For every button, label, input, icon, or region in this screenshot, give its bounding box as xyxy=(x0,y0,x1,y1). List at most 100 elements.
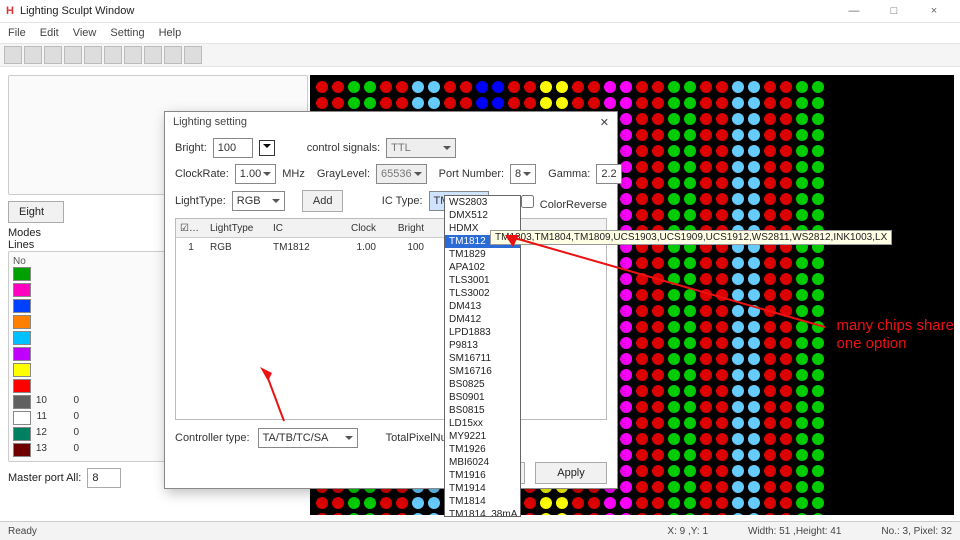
toolbar-icon[interactable] xyxy=(144,46,162,64)
col-lighttype: LightType xyxy=(206,223,269,234)
ictype-option[interactable]: TM1829 xyxy=(445,248,520,261)
control-signals-label: control signals: xyxy=(307,142,380,154)
menu-help[interactable]: Help xyxy=(159,27,182,39)
bright-input[interactable]: 100 xyxy=(213,138,253,158)
color-swatch[interactable] xyxy=(13,283,31,297)
menu-file[interactable]: File xyxy=(8,27,26,39)
ictype-option[interactable]: SM16711 xyxy=(445,352,520,365)
toolbar-icon[interactable] xyxy=(164,46,182,64)
clockrate-select[interactable]: 1.00 xyxy=(235,164,276,184)
swatch-value: 0 xyxy=(49,411,79,425)
swatch-value xyxy=(49,331,79,345)
menu-view[interactable]: View xyxy=(73,27,97,39)
swatch-index xyxy=(31,299,47,313)
mhz-label: MHz xyxy=(282,168,305,180)
toolbar-icon[interactable] xyxy=(84,46,102,64)
status-pixel: No.: 3, Pixel: 32 xyxy=(881,526,952,537)
ictype-option[interactable]: DMX512 xyxy=(445,209,520,222)
menu-edit[interactable]: Edit xyxy=(40,27,59,39)
ictype-option[interactable]: TM1916 xyxy=(445,469,520,482)
swatch-value xyxy=(49,267,79,281)
bright-label: Bright: xyxy=(175,142,207,154)
ictype-option[interactable]: BS0901 xyxy=(445,391,520,404)
swatch-index xyxy=(31,363,47,377)
swatch-value: 0 xyxy=(49,443,79,457)
ictype-option[interactable]: SM16716 xyxy=(445,365,520,378)
portnum-select[interactable]: 8 xyxy=(510,164,536,184)
toolbar-icon[interactable] xyxy=(44,46,62,64)
eight-button[interactable]: Eight xyxy=(8,201,64,223)
window-minimize-button[interactable]: — xyxy=(834,5,874,17)
lighting-setting-dialog: Lighting setting ✕ Bright: 100 control s… xyxy=(164,111,618,489)
graylevel-label: GrayLevel: xyxy=(317,168,370,180)
control-signals-select[interactable]: TTL xyxy=(386,138,456,158)
controller-select[interactable]: TA/TB/TC/SA xyxy=(258,428,358,448)
menu-setting[interactable]: Setting xyxy=(110,27,144,39)
ictype-option[interactable]: DM413 xyxy=(445,300,520,313)
gamma-input[interactable]: 2.2 xyxy=(596,164,621,184)
color-swatch[interactable] xyxy=(13,347,31,361)
color-swatch[interactable] xyxy=(13,443,31,457)
col-ic: IC xyxy=(269,223,332,234)
color-swatch[interactable] xyxy=(13,267,31,281)
toolbar-icon[interactable] xyxy=(4,46,22,64)
ictype-option[interactable]: TM1926 xyxy=(445,443,520,456)
color-swatch[interactable] xyxy=(13,411,31,425)
dialog-close-button[interactable]: ✕ xyxy=(600,116,609,129)
ictype-option[interactable]: WS2803 xyxy=(445,196,520,209)
ictype-option[interactable]: TM1814 xyxy=(445,495,520,508)
ictype-option[interactable]: LPD1883 xyxy=(445,326,520,339)
apply-button[interactable]: Apply xyxy=(535,462,607,484)
gamma-label: Gamma: xyxy=(548,168,590,180)
swatch-value: 0 xyxy=(49,395,79,409)
status-size: Width: 51 ,Height: 41 xyxy=(748,526,841,537)
master-port-label: Master port All: xyxy=(8,472,81,484)
toolbar-icon[interactable] xyxy=(64,46,82,64)
menu-bar: File Edit View Setting Help xyxy=(0,23,960,44)
toolbar-icon[interactable] xyxy=(184,46,202,64)
lighttype-select[interactable]: RGB xyxy=(232,191,285,211)
ictype-option[interactable]: TLS3001 xyxy=(445,274,520,287)
ictype-option[interactable]: BS0815 xyxy=(445,404,520,417)
master-port-input[interactable]: 8 xyxy=(87,468,121,488)
swatch-index xyxy=(31,283,47,297)
swatch-index xyxy=(31,315,47,329)
ictype-option[interactable]: TM1914 xyxy=(445,482,520,495)
ictype-option[interactable]: MY9221 xyxy=(445,430,520,443)
toolbar-icon[interactable] xyxy=(124,46,142,64)
color-swatch[interactable] xyxy=(13,299,31,313)
col-clock: Clock xyxy=(332,223,380,234)
toolbar-icon[interactable] xyxy=(24,46,42,64)
swatch-index: 13 xyxy=(31,443,47,457)
ictype-option[interactable]: MBI6024 xyxy=(445,456,520,469)
toolbar-icon[interactable] xyxy=(104,46,122,64)
lighttype-label: LightType: xyxy=(175,195,226,207)
ictype-option[interactable]: LD15xx xyxy=(445,417,520,430)
colorreverse-checkbox[interactable]: ColorReverse xyxy=(517,192,607,211)
ictype-label: IC Type: xyxy=(382,195,423,207)
ictype-option[interactable]: P9813 xyxy=(445,339,520,352)
color-swatch[interactable] xyxy=(13,363,31,377)
ictype-option[interactable]: APA102 xyxy=(445,261,520,274)
light-table[interactable]: ☑No. LightType IC Clock Bright Gray Gam.… xyxy=(175,218,607,420)
color-swatch[interactable] xyxy=(13,379,31,393)
ictype-option[interactable]: TM1814_38mA xyxy=(445,508,520,517)
color-swatch[interactable] xyxy=(13,331,31,345)
window-close-button[interactable]: × xyxy=(914,5,954,17)
ictype-option[interactable]: TLS3002 xyxy=(445,287,520,300)
swatch-index xyxy=(31,347,47,361)
swatch-index xyxy=(31,379,47,393)
ictype-option[interactable]: BS0825 xyxy=(445,378,520,391)
window-maximize-button[interactable]: □ xyxy=(874,5,914,17)
add-button[interactable]: Add xyxy=(302,190,344,212)
swatch-index xyxy=(31,267,47,281)
col-check[interactable]: ☑No. xyxy=(176,223,206,234)
ictype-tooltip: TM1803,TM1804,TM1809,UCS1903,UCS1909,UCS… xyxy=(490,230,892,245)
ictype-option[interactable]: DM412 xyxy=(445,313,520,326)
chevron-down-icon[interactable] xyxy=(259,140,275,156)
graylevel-select[interactable]: 65536 xyxy=(376,164,427,184)
color-swatch[interactable] xyxy=(13,395,31,409)
color-swatch[interactable] xyxy=(13,315,31,329)
swatch-value: 0 xyxy=(49,427,79,441)
color-swatch[interactable] xyxy=(13,427,31,441)
